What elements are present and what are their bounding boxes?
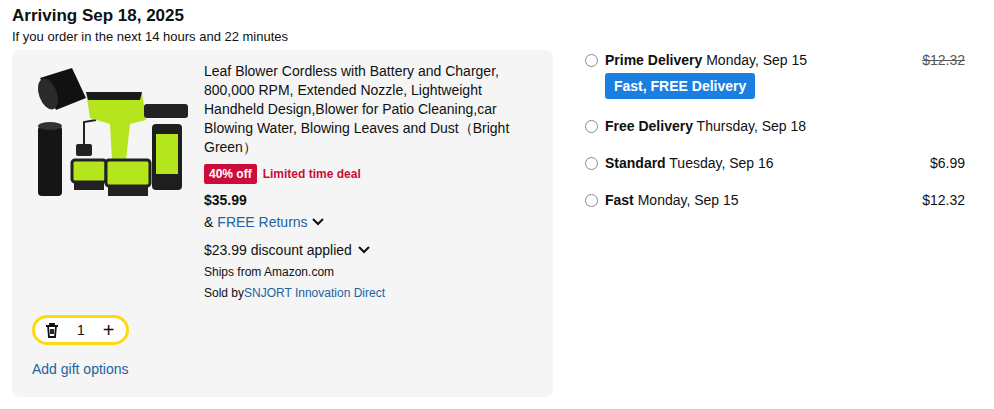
radio-button[interactable]	[585, 120, 598, 133]
quantity-stepper: 1+	[32, 315, 129, 345]
delivery-option[interactable]: Free Delivery Thursday, Sep 18	[585, 116, 965, 136]
leaf-blower-icon	[32, 64, 192, 204]
returns-row: &FREE Returns	[204, 213, 537, 231]
gift-options-link[interactable]: Add gift options	[32, 361, 537, 377]
product-title[interactable]: Leaf Blower Cordless with Battery and Ch…	[204, 62, 522, 157]
chevron-down-icon[interactable]	[312, 218, 324, 226]
radio-button[interactable]	[585, 157, 598, 170]
product-image[interactable]	[32, 62, 204, 301]
seller-link[interactable]: SNJORT Innovation Direct	[244, 286, 385, 300]
radio-button[interactable]	[585, 54, 598, 67]
trash-icon[interactable]	[45, 323, 59, 338]
deal-label: Limited time deal	[263, 167, 361, 181]
discount-badge: 40% off	[204, 164, 257, 184]
delivery-price: $6.99	[930, 153, 965, 173]
increase-button[interactable]: +	[103, 321, 115, 339]
radio-button[interactable]	[585, 194, 598, 207]
ships-from: Ships from Amazon.com	[204, 264, 537, 280]
returns-link[interactable]: FREE Returns	[217, 213, 307, 231]
discount-applied[interactable]: $23.99 discount applied	[204, 241, 537, 259]
delivery-options: Prime Delivery Monday, Sep 15$12.32Fast,…	[585, 50, 965, 397]
delivery-option[interactable]: Standard Tuesday, Sep 16$6.99	[585, 153, 965, 173]
delivery-option[interactable]: Prime Delivery Monday, Sep 15$12.32Fast,…	[585, 50, 965, 99]
prime-tag: Fast, FREE Delivery	[605, 73, 755, 99]
chevron-down-icon[interactable]	[358, 246, 370, 254]
item-price: $35.99	[204, 191, 537, 209]
delivery-price: $12.32	[922, 190, 965, 210]
delivery-option[interactable]: Fast Monday, Sep 15$12.32	[585, 190, 965, 210]
delivery-price: $12.32	[922, 50, 965, 70]
arrival-title: Arriving Sep 18, 2025	[12, 5, 994, 27]
sold-by: Sold bySNJORT Innovation Direct	[204, 285, 537, 301]
quantity-value: 1	[77, 322, 85, 338]
order-deadline: If you order in the next 14 hours and 22…	[12, 28, 994, 46]
checkout-delivery: Arriving Sep 18, 2025If you order in the…	[0, 0, 994, 397]
item-card: Leaf Blower Cordless with Battery and Ch…	[12, 50, 553, 397]
